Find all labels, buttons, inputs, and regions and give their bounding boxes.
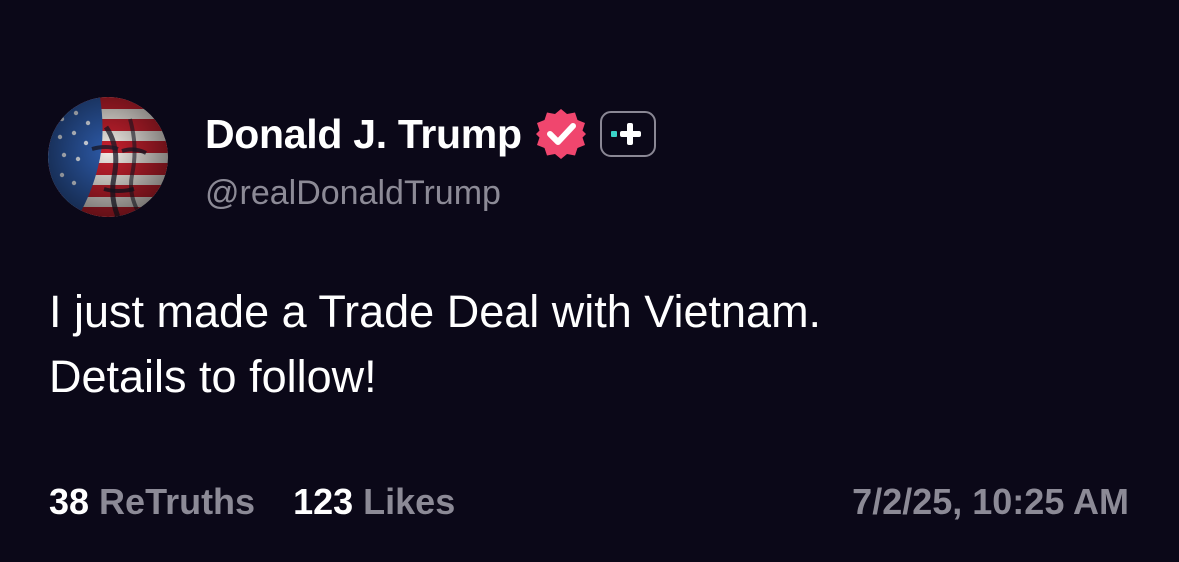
plus-bar-vertical — [626, 123, 633, 145]
post-stats: 38 ReTruths 123 Likes — [49, 479, 455, 525]
post-card: Donald J. Trump @realDonaldTrump I just … — [0, 0, 1179, 562]
author-name-row: Donald J. Trump — [205, 108, 656, 160]
post-timestamp: 7/2/25, 10:25 AM — [852, 481, 1129, 522]
retruths-stat[interactable]: 38 ReTruths — [49, 481, 255, 523]
likes-label: Likes — [363, 481, 456, 522]
likes-count: 123 — [293, 481, 354, 522]
retruths-label: ReTruths — [99, 481, 256, 522]
post-body: I just made a Trade Deal with Vietnam. D… — [49, 279, 1129, 409]
likes-stat[interactable]: 123 Likes — [293, 481, 455, 523]
post-text-line: I just made a Trade Deal with Vietnam. — [49, 286, 822, 337]
avatar[interactable] — [48, 97, 168, 217]
verified-badge-icon — [535, 109, 586, 159]
retruths-count: 38 — [49, 481, 90, 522]
author-display-name[interactable]: Donald J. Trump — [205, 111, 522, 158]
truth-plus-icon — [599, 111, 656, 157]
author-handle[interactable]: @realDonaldTrump — [205, 174, 501, 213]
post-text-line: Details to follow! — [49, 351, 377, 402]
avatar-image — [48, 97, 168, 217]
plus-accent-dot — [610, 131, 617, 137]
